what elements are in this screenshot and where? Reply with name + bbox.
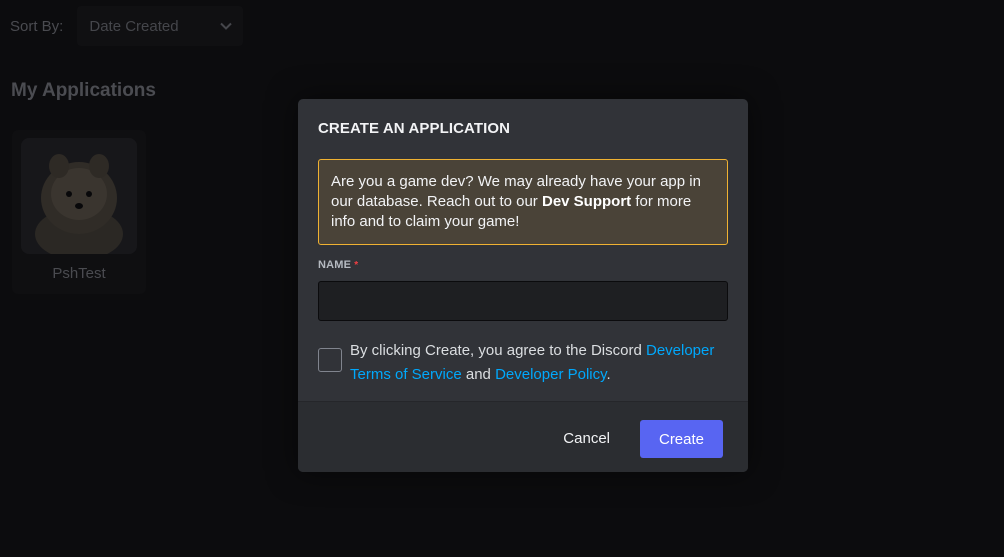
terms-text-mid: and	[461, 366, 496, 383]
page: Sort By: Date Created My Applications Ps…	[0, 0, 1004, 557]
sort-dropdown-value: Date Created	[89, 17, 179, 35]
create-application-modal: CREATE AN APPLICATION Are you a game dev…	[298, 99, 748, 472]
developer-policy-link[interactable]: Developer Policy	[495, 366, 606, 383]
terms-agreement: By clicking Create, you agree to the Dis…	[318, 339, 728, 387]
name-input[interactable]	[318, 281, 728, 321]
cancel-button[interactable]: Cancel	[559, 420, 614, 458]
terms-checkbox[interactable]	[318, 348, 342, 372]
terms-text-end: .	[606, 366, 611, 383]
modal-footer: Cancel Create	[298, 401, 748, 472]
game-dev-notice: Are you a game dev? We may already have …	[318, 159, 728, 245]
name-field-label: NAME *	[318, 259, 358, 271]
app-card[interactable]: PshTest	[12, 130, 146, 294]
app-avatar	[21, 138, 137, 254]
section-title: My Applications	[11, 80, 156, 101]
chevron-down-icon	[219, 19, 233, 33]
required-indicator: *	[354, 260, 359, 271]
create-button[interactable]: Create	[640, 420, 723, 458]
modal-title: CREATE AN APPLICATION	[318, 120, 511, 137]
app-name: PshTest	[52, 265, 106, 282]
sort-label: Sort By:	[10, 17, 64, 35]
dev-support-text: Dev Support	[541, 193, 632, 210]
terms-text: By clicking Create, you agree to the Dis…	[350, 339, 728, 387]
name-label-text: NAME	[318, 259, 352, 271]
sort-row: Sort By: Date Created	[10, 6, 244, 46]
sort-dropdown[interactable]: Date Created	[77, 6, 244, 46]
pomeranian-image	[21, 138, 137, 254]
terms-text-start: By clicking Create, you agree to the Dis…	[350, 342, 646, 359]
